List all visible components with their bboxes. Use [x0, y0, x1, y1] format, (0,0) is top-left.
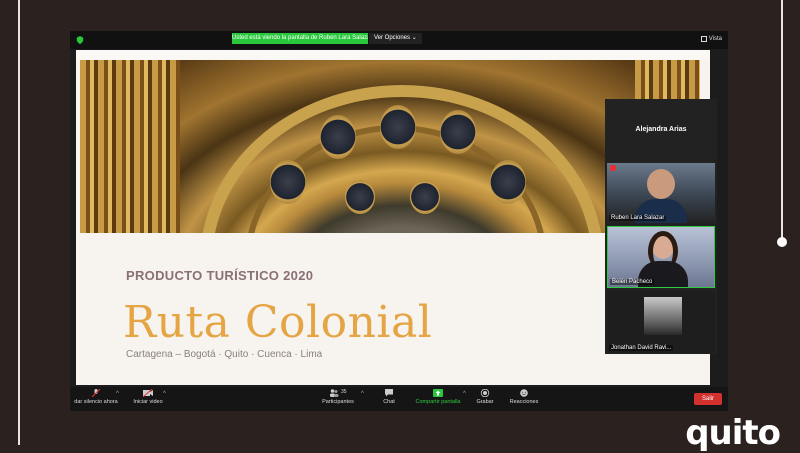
start-video-button[interactable]: Iniciar video — [128, 389, 168, 409]
record-button[interactable]: Grabar — [472, 389, 498, 409]
view-toggle-label: Vista — [708, 36, 722, 42]
start-video-label: Iniciar video — [133, 399, 163, 405]
mute-label: dar silencio ahora — [74, 399, 118, 405]
view-options-label: Ver Opciones — [374, 35, 411, 41]
video-options-caret[interactable]: ^ — [163, 391, 166, 397]
chat-icon — [385, 389, 393, 397]
share-options-caret[interactable]: ^ — [463, 391, 466, 397]
leave-meeting-button[interactable]: Salir — [694, 393, 722, 405]
participant-name: Jonathan David Ravi... — [609, 345, 674, 351]
view-options-button[interactable]: Ver Opciones ⌄ — [369, 33, 422, 44]
dome-medallion — [440, 110, 476, 154]
meeting-window: Usted está viendo la pantalla de Ruben L… — [70, 31, 728, 411]
shield-icon[interactable] — [76, 36, 84, 44]
gallery-view-icon — [700, 36, 707, 42]
participant-name: Belén Pacheco — [610, 279, 655, 285]
video-off-icon — [143, 389, 153, 397]
frame-line-left — [18, 0, 20, 445]
share-screen-label: Compartir pantalla — [415, 399, 461, 405]
participant-thumbnail — [644, 297, 682, 335]
slide-kicker: PRODUCTO TURÍSTICO 2020 — [126, 268, 314, 283]
smiley-icon — [520, 389, 528, 397]
record-label: Grabar — [476, 399, 494, 405]
participants-video-panel: Alejandra Arias Ruben Lara Salazar Belén… — [605, 99, 717, 354]
chat-label: Chat — [383, 399, 395, 405]
participants-options-caret[interactable]: ^ — [361, 391, 364, 397]
record-icon — [480, 389, 490, 397]
slide-top-strip — [76, 50, 710, 60]
dome-medallion — [320, 115, 356, 159]
view-toggle-button[interactable]: Vista — [700, 34, 722, 44]
brand-logo: quito — [685, 413, 781, 453]
share-screen-button[interactable]: Compartir pantalla — [410, 389, 466, 409]
dome-medallion — [345, 180, 375, 214]
dome-medallion — [490, 160, 526, 204]
screen-share-banner: Usted está viendo la pantalla de Ruben L… — [232, 33, 368, 44]
mute-button[interactable]: dar silencio ahora — [72, 389, 120, 409]
participant-tile[interactable]: Ruben Lara Salazar — [607, 163, 715, 223]
dome-ornament-left — [80, 60, 180, 233]
chat-button[interactable]: Chat — [376, 389, 402, 409]
slide-title: Ruta Colonial — [123, 297, 433, 348]
participants-icon — [330, 389, 339, 397]
dome-medallion — [380, 105, 416, 149]
dome-medallion — [410, 180, 440, 214]
reactions-label: Reacciones — [509, 399, 539, 405]
dome-medallion — [270, 160, 306, 204]
mute-options-caret[interactable]: ^ — [116, 391, 119, 397]
participant-video — [647, 169, 675, 199]
participant-name: Ruben Lara Salazar — [609, 215, 667, 221]
meeting-topbar: Usted está viendo la pantalla de Ruben L… — [70, 31, 728, 49]
participants-count: 35 — [340, 389, 347, 395]
participant-tile[interactable]: Jonathan David Ravi... — [607, 291, 715, 353]
participant-tile[interactable]: Belén Pacheco — [607, 226, 715, 288]
meeting-toolbar: dar silencio ahora ^ Iniciar video ^ 35 … — [70, 387, 728, 411]
frame-dot — [777, 237, 787, 247]
mic-muted-icon — [610, 165, 616, 171]
active-speaker-name: Alejandra Arias — [635, 126, 687, 133]
participants-label: Participantes — [322, 399, 354, 405]
frame-line-right — [781, 0, 783, 242]
participants-button[interactable]: 35 Participantes — [318, 389, 358, 409]
slide-subtitle: Cartagena – Bogotá · Quito · Cuenca · Li… — [126, 349, 323, 360]
chevron-down-icon: ⌄ — [411, 35, 417, 41]
share-screen-icon — [433, 389, 443, 397]
reactions-button[interactable]: Reacciones — [506, 389, 542, 409]
participants-icon-row: 35 — [318, 389, 358, 399]
mic-muted-icon — [91, 389, 101, 397]
